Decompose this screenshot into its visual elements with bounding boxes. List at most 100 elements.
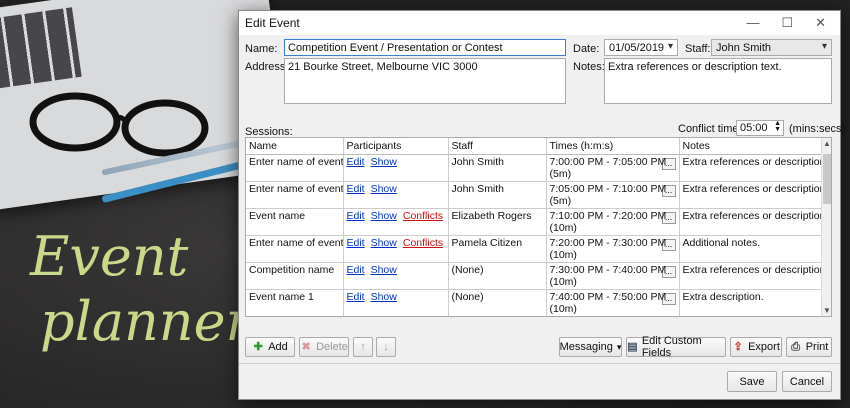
table-row[interactable]: Competition name Edit Show (None)... 7:30:00… — [246, 262, 824, 290]
move-down-button[interactable]: ↓ — [376, 337, 396, 357]
conflicts-link[interactable]: Conflicts — [403, 237, 443, 249]
close-icon[interactable]: ✕ — [815, 15, 826, 31]
maximize-icon[interactable]: ☐ — [781, 15, 793, 31]
edit-link[interactable]: Edit — [347, 183, 365, 195]
titlebar: Edit Event — ☐ ✕ — [239, 11, 840, 35]
scroll-down-icon[interactable]: ▼ — [823, 306, 831, 315]
notes-input[interactable]: Extra references or description text. — [604, 58, 832, 104]
messaging-button[interactable]: Messaging ▾ — [559, 337, 622, 357]
show-link[interactable]: Show — [371, 291, 397, 303]
staff-value: John Smith — [716, 42, 772, 54]
table-row[interactable]: Enter name of event Edit Show John Smith...… — [246, 181, 824, 209]
col-header-times[interactable]: Times (h:m:s) — [546, 138, 680, 155]
date-label: Date: — [573, 43, 600, 55]
edit-link[interactable]: Edit — [347, 264, 365, 276]
cell-notes[interactable]: Extra references or description. — [679, 154, 824, 182]
table-row[interactable]: Enter name of event Edit Show Conflicts Pame… — [246, 235, 824, 263]
cell-notes[interactable] — [679, 317, 823, 318]
keyboard-image — [0, 7, 82, 90]
col-header-notes[interactable]: Notes — [679, 138, 824, 155]
show-link[interactable]: Show — [371, 264, 397, 276]
show-link[interactable]: Show — [371, 210, 397, 222]
conflicts-link[interactable]: Conflicts — [403, 210, 443, 222]
cell-name[interactable]: Enter name of event — [246, 181, 344, 209]
edit-custom-fields-button[interactable]: ▤ Edit Custom Fields — [626, 335, 726, 359]
printer-icon: ⎙ — [791, 341, 801, 353]
staff-select[interactable]: John Smith ▾ — [711, 39, 832, 56]
name-input[interactable]: Competition Event / Presentation or Cont… — [284, 39, 566, 56]
cell-name[interactable]: Event name — [246, 208, 344, 236]
chevron-down-icon: ▾ — [616, 341, 622, 352]
show-link[interactable]: Show — [371, 156, 397, 168]
show-link[interactable]: Show — [371, 183, 397, 195]
date-picker[interactable]: 01/05/2019 ▾ — [604, 39, 678, 56]
cell-name[interactable]: Event name 2 — [246, 317, 343, 318]
conflict-time-input[interactable]: 05:00 ▲ ▼ — [736, 120, 784, 136]
address-input[interactable]: 21 Bourke Street, Melbourne VIC 3000 — [284, 58, 566, 104]
cell-staff[interactable]: (None) — [448, 317, 546, 318]
delete-button[interactable]: ✖ Delete — [299, 337, 349, 357]
show-link[interactable]: Show — [371, 237, 397, 249]
cell-times[interactable]: ... 7:00:00 PM - 7:05:00 PM (5m) — [546, 154, 680, 182]
col-header-staff[interactable]: Staff — [448, 138, 547, 155]
duration: (10m) — [549, 276, 577, 288]
cell-staff[interactable]: Pamela Citizen — [448, 235, 547, 263]
table-row[interactable]: Event name 2Edit(No participants)(None).… — [246, 317, 823, 318]
cell-name[interactable]: Enter name of event — [246, 154, 344, 182]
cell-times[interactable]: ...7:50:00 PM - 8:00:00 PM — [546, 317, 679, 318]
cell-staff[interactable]: Elizabeth Rogers — [448, 208, 547, 236]
table-row[interactable]: Enter name of event Edit Show John Smith...… — [246, 154, 824, 182]
table-row[interactable]: Event name 1 Edit Show (None)... 7:40:00 PM … — [246, 289, 824, 316]
cell-notes[interactable]: Additional notes. — [679, 235, 824, 263]
table-row[interactable]: Event name Edit Show Conflicts Elizabeth Rog… — [246, 208, 824, 236]
export-button[interactable]: ⇪ Export — [730, 337, 782, 357]
spin-icon[interactable]: ▲ ▼ — [774, 121, 781, 133]
cell-participants: Edit Show Conflicts — [343, 235, 449, 263]
cell-times[interactable]: ... 7:20:00 PM - 7:30:00 PM (10m) — [546, 235, 680, 263]
edit-link[interactable]: Edit — [347, 156, 365, 168]
cell-staff[interactable]: (None) — [448, 289, 547, 316]
time-range: 7:30:00 PM - 7:40:00 PM — [549, 264, 667, 276]
time-range: 7:10:00 PM - 7:20:00 PM — [549, 210, 667, 222]
form-icon: ▤ — [627, 341, 638, 353]
cell-notes[interactable]: Extra references or description. — [679, 208, 824, 236]
move-up-button[interactable]: ↑ — [353, 337, 373, 357]
cell-notes[interactable]: Extra references or description. — [679, 181, 824, 209]
time-range: 7:00:00 PM - 7:05:00 PM — [549, 156, 667, 168]
messaging-label: Messaging — [559, 341, 613, 353]
edit-link[interactable]: Edit — [347, 210, 365, 222]
cell-times[interactable]: ... 7:30:00 PM - 7:40:00 PM (10m) — [546, 262, 680, 290]
cell-name[interactable]: Competition name — [246, 262, 344, 290]
edit-custom-fields-label: Edit Custom Fields — [641, 335, 702, 359]
scroll-thumb[interactable] — [823, 154, 831, 204]
cell-staff[interactable]: John Smith — [448, 154, 547, 182]
col-header-participants[interactable]: Participants — [343, 138, 449, 155]
cell-name[interactable]: Enter name of event — [246, 235, 344, 263]
print-label: Print — [805, 341, 829, 353]
cell-notes[interactable]: Extra references or description. — [679, 262, 824, 290]
cell-times[interactable]: ... 7:05:00 PM - 7:10:00 PM (5m) — [546, 181, 680, 209]
minimize-icon[interactable]: — — [746, 15, 759, 31]
table-scrollbar[interactable]: ▲ ▼ — [821, 138, 831, 316]
cell-times[interactable]: ... 7:10:00 PM - 7:20:00 PM (10m) — [546, 208, 680, 236]
arrow-up-icon: ↑ — [360, 341, 366, 353]
cell-staff[interactable]: John Smith — [448, 181, 547, 209]
script-title-line1: Event — [30, 225, 189, 288]
print-button[interactable]: ⎙ Print — [786, 337, 832, 357]
cell-name[interactable]: Event name 1 — [246, 289, 344, 316]
scroll-up-icon[interactable]: ▲ — [823, 139, 831, 148]
cell-times[interactable]: ... 7:40:00 PM - 7:50:00 PM (10m) — [546, 289, 680, 316]
edit-link[interactable]: Edit — [347, 291, 365, 303]
save-button[interactable]: Save — [727, 371, 777, 392]
cell-participants: Edit Show — [343, 154, 449, 182]
cancel-button[interactable]: Cancel — [782, 371, 832, 392]
add-button[interactable]: ✚ Add — [245, 337, 295, 357]
edit-link[interactable]: Edit — [347, 237, 365, 249]
arrow-down-icon: ↓ — [383, 341, 389, 353]
date-value: 01/05/2019 — [609, 42, 665, 54]
col-header-name[interactable]: Name — [246, 138, 344, 155]
chevron-down-icon: ▾ — [821, 41, 827, 52]
cell-notes[interactable]: Extra description. — [679, 289, 824, 316]
cell-staff[interactable]: (None) — [448, 262, 547, 290]
name-label: Name: — [245, 43, 278, 55]
